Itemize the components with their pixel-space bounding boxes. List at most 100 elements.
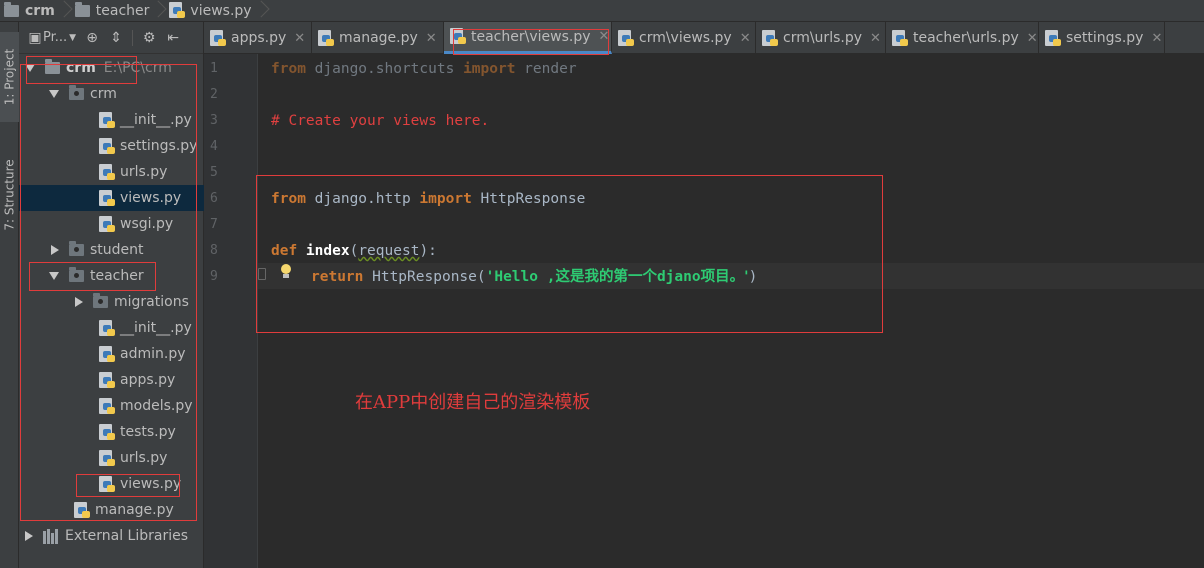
fold-marker-icon[interactable] bbox=[258, 268, 266, 280]
tree-item-file[interactable]: urls.py bbox=[19, 445, 204, 471]
tree-item-file[interactable]: wsgi.py bbox=[19, 211, 204, 237]
tree-item-file[interactable]: apps.py bbox=[19, 367, 204, 393]
close-icon[interactable]: ✕ bbox=[599, 29, 610, 44]
tab-crm-views-py[interactable]: crm\views.py ✕ bbox=[612, 22, 756, 54]
close-icon[interactable]: ✕ bbox=[740, 31, 751, 46]
python-file-icon bbox=[74, 501, 90, 519]
locate-icon[interactable]: ⊕ bbox=[84, 30, 100, 46]
close-icon[interactable]: ✕ bbox=[870, 31, 881, 46]
code-line-9[interactable]: return HttpResponse('Hello ,这是我的第一个djano… bbox=[311, 264, 757, 290]
close-icon[interactable]: ✕ bbox=[426, 31, 437, 46]
tree-item-file[interactable]: admin.py bbox=[19, 341, 204, 367]
code-line-6[interactable]: from django.http import HttpResponse bbox=[271, 186, 585, 212]
code-editor[interactable]: from django.shortcuts import render # Cr… bbox=[258, 54, 1204, 568]
collapse-arrow-icon[interactable] bbox=[51, 245, 59, 255]
code-line-1[interactable]: from django.shortcuts import render bbox=[271, 56, 577, 82]
tree-item-student-package[interactable]: student bbox=[19, 237, 204, 263]
tab-label: settings.py bbox=[1066, 30, 1144, 46]
dropdown-arrow-icon: ▼ bbox=[69, 32, 77, 43]
line-number: 4 bbox=[210, 139, 218, 154]
comment-text: # Create your views here. bbox=[271, 113, 490, 129]
project-view-selector[interactable]: ▣ Pr... ▼ bbox=[27, 30, 76, 46]
expand-arrow-icon[interactable] bbox=[49, 272, 59, 280]
keyword-from: from bbox=[271, 61, 306, 77]
tab-label: crm\views.py bbox=[639, 30, 732, 46]
project-tool-tab-label: 1: Project bbox=[2, 48, 17, 106]
lightbulb-icon[interactable] bbox=[280, 264, 292, 278]
collapse-all-icon[interactable]: ⇕ bbox=[108, 30, 124, 46]
close-icon[interactable]: ✕ bbox=[1151, 31, 1162, 46]
python-file-icon bbox=[318, 29, 334, 47]
tab-settings-py[interactable]: settings.py ✕ bbox=[1039, 22, 1165, 54]
tree-item-file[interactable]: __init__.py bbox=[19, 315, 204, 341]
annotation-note: 在APP中创建自己的渲染模板 bbox=[355, 392, 591, 413]
navigation-bar: crm teacher views.py bbox=[0, 0, 1204, 22]
tree-item-file[interactable]: models.py bbox=[19, 393, 204, 419]
tree-item-path: E:\PC\crm bbox=[103, 60, 172, 76]
close-icon[interactable]: ✕ bbox=[1027, 31, 1038, 46]
expand-arrow-icon[interactable] bbox=[25, 64, 35, 72]
python-file-icon bbox=[892, 29, 908, 47]
tree-item-label: student bbox=[90, 242, 144, 258]
breadcrumb-label: views.py bbox=[190, 2, 252, 19]
tree-item-teacher-package[interactable]: teacher bbox=[19, 263, 204, 289]
hide-panel-icon[interactable]: ⇤ bbox=[165, 30, 181, 46]
tree-item-file[interactable]: settings.py bbox=[19, 133, 204, 159]
paren-close: ) bbox=[748, 269, 758, 285]
tree-item-label: __init__.py bbox=[120, 112, 192, 128]
collapse-arrow-icon[interactable] bbox=[25, 531, 33, 541]
breadcrumb-teacher[interactable]: teacher bbox=[71, 0, 156, 22]
line-number-gutter[interactable]: 1 2 3 4 5 6 7 8 9 bbox=[204, 54, 258, 568]
python-file-icon bbox=[1045, 29, 1061, 47]
tree-item-label: wsgi.py bbox=[120, 216, 174, 232]
tree-item-file[interactable]: manage.py bbox=[19, 497, 204, 523]
folder-icon bbox=[4, 1, 19, 17]
keyword-return: return bbox=[311, 269, 364, 285]
project-tool-tab[interactable]: 1: Project bbox=[0, 32, 19, 122]
tree-item-file-selected[interactable]: views.py bbox=[19, 185, 204, 211]
tree-item-external-libraries[interactable]: External Libraries bbox=[19, 523, 204, 549]
tree-item-crm-root[interactable]: crm E:\PC\crm bbox=[19, 55, 204, 81]
import-name: render bbox=[515, 61, 577, 77]
tree-item-label: settings.py bbox=[120, 138, 198, 154]
line-number: 5 bbox=[210, 165, 218, 180]
tab-teacher-urls-py[interactable]: teacher\urls.py ✕ bbox=[886, 22, 1039, 54]
tab-manage-py[interactable]: manage.py ✕ bbox=[312, 22, 444, 54]
python-file-icon bbox=[169, 2, 186, 19]
python-file-icon bbox=[99, 397, 115, 415]
python-file-icon bbox=[618, 29, 634, 47]
parameter-name: request bbox=[358, 243, 420, 259]
tab-label: teacher\urls.py bbox=[913, 30, 1019, 46]
tree-item-label: crm bbox=[90, 86, 117, 102]
breadcrumb-separator bbox=[155, 0, 165, 22]
python-file-icon bbox=[99, 319, 115, 337]
tree-item-file[interactable]: __init__.py bbox=[19, 107, 204, 133]
python-file-icon bbox=[99, 111, 115, 129]
tree-item-file[interactable]: urls.py bbox=[19, 159, 204, 185]
keyword-from: from bbox=[271, 191, 306, 207]
code-line-8[interactable]: def index(request): bbox=[271, 238, 437, 264]
tree-item-file[interactable]: views.py bbox=[19, 471, 204, 497]
breadcrumb-crm[interactable]: crm bbox=[0, 0, 61, 22]
tab-apps-py[interactable]: apps.py ✕ bbox=[204, 22, 312, 54]
expand-arrow-icon[interactable] bbox=[49, 90, 59, 98]
close-icon[interactable]: ✕ bbox=[294, 31, 305, 46]
tab-teacher-views-py[interactable]: teacher\views.py ✕ bbox=[444, 22, 612, 54]
tree-item-migrations-package[interactable]: migrations bbox=[19, 289, 204, 315]
string-literal-word: djano bbox=[656, 269, 701, 285]
collapse-arrow-icon[interactable] bbox=[75, 297, 83, 307]
tree-item-label: migrations bbox=[114, 294, 189, 310]
code-line-3[interactable]: # Create your views here. bbox=[271, 108, 489, 134]
breadcrumb-views-py[interactable]: views.py bbox=[165, 0, 257, 22]
python-file-icon bbox=[99, 215, 115, 233]
python-file-icon bbox=[450, 28, 466, 45]
tree-item-label: teacher bbox=[90, 268, 144, 284]
tree-item-crm-package[interactable]: crm bbox=[19, 81, 204, 107]
structure-tool-tab[interactable]: 7: Structure bbox=[0, 140, 19, 250]
keyword-import: import bbox=[463, 61, 516, 77]
settings-gear-icon[interactable]: ⚙ bbox=[141, 30, 157, 46]
tree-item-file[interactable]: tests.py bbox=[19, 419, 204, 445]
tree-item-label: manage.py bbox=[95, 502, 174, 518]
breadcrumb-label: crm bbox=[25, 2, 55, 19]
tab-crm-urls-py[interactable]: crm\urls.py ✕ bbox=[756, 22, 886, 54]
